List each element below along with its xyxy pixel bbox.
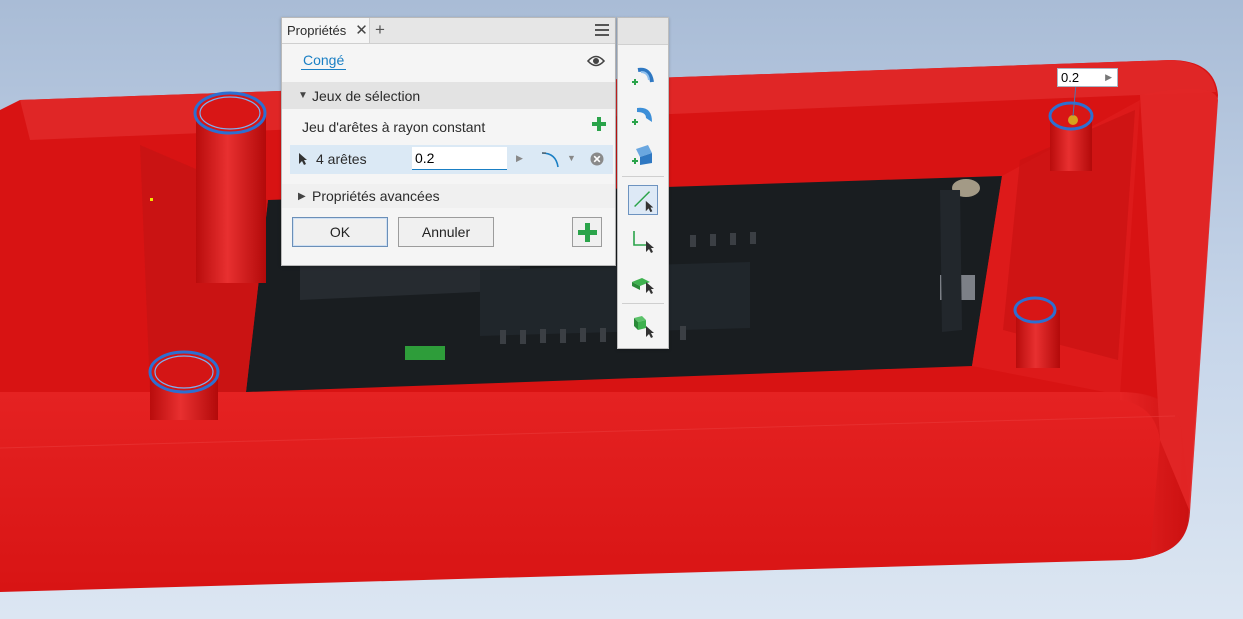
toolbar-separator bbox=[622, 176, 664, 177]
radius-callout[interactable]: 0.2 ▶ bbox=[1057, 68, 1118, 87]
variable-fillet-icon[interactable] bbox=[628, 100, 658, 130]
callout-value[interactable]: 0.2 bbox=[1061, 70, 1079, 85]
toolbar-grip[interactable] bbox=[618, 18, 668, 45]
add-tab-icon[interactable]: + bbox=[375, 20, 385, 40]
edge-set-row: Jeu d'arêtes à rayon constant bbox=[282, 109, 615, 145]
selected-edges-row[interactable]: 4 arêtes ▶ ▼ bbox=[290, 145, 613, 174]
edges-count: 4 arêtes bbox=[316, 151, 367, 167]
post-back-left[interactable] bbox=[193, 91, 267, 283]
edge-set-label: Jeu d'arêtes à rayon constant bbox=[302, 119, 486, 135]
feature-name-field[interactable]: Congé bbox=[301, 52, 347, 70]
loop-select-icon[interactable] bbox=[628, 225, 658, 255]
toolbar-separator bbox=[622, 303, 664, 304]
collapse-caret-icon: ▼ bbox=[298, 90, 308, 101]
cancel-button[interactable]: Annuler bbox=[398, 217, 494, 247]
section-label: Propriétés avancées bbox=[312, 188, 440, 204]
select-cursor-icon[interactable] bbox=[298, 152, 308, 166]
section-label: Jeux de sélection bbox=[312, 87, 421, 104]
eye-icon[interactable] bbox=[587, 54, 605, 68]
section-selection-sets[interactable]: ▼ Jeux de sélection bbox=[282, 82, 615, 109]
ok-button[interactable]: OK bbox=[292, 217, 388, 247]
tab-label: Propriétés bbox=[287, 23, 347, 38]
remove-icon[interactable] bbox=[590, 152, 604, 166]
fillet-profile-icon[interactable] bbox=[540, 149, 564, 169]
constant-fillet-icon[interactable] bbox=[628, 60, 658, 90]
hamburger-menu-icon[interactable] bbox=[595, 24, 609, 36]
edge-select-icon[interactable] bbox=[628, 185, 658, 215]
radius-arrow-icon[interactable]: ▶ bbox=[516, 153, 523, 164]
apply-plus-button[interactable] bbox=[572, 217, 602, 247]
panel-tabbar: Propriétés ✕ + bbox=[282, 18, 615, 44]
post-front-left[interactable] bbox=[148, 350, 220, 420]
feature-row: Congé bbox=[282, 44, 615, 82]
feature-select-icon[interactable] bbox=[628, 266, 658, 296]
radius-input[interactable] bbox=[412, 147, 507, 170]
tab-properties[interactable]: Propriétés ✕ bbox=[282, 18, 370, 43]
solid-select-icon[interactable] bbox=[628, 310, 658, 340]
origin-marker bbox=[150, 198, 153, 201]
setback-icon[interactable] bbox=[628, 139, 658, 169]
callout-arrow-icon[interactable]: ▶ bbox=[1105, 72, 1112, 83]
close-icon[interactable]: ✕ bbox=[355, 23, 368, 38]
section-advanced[interactable]: ▶ Propriétés avancées bbox=[282, 184, 615, 208]
properties-panel: Propriétés ✕ + Congé ▼ Jeux de sélection… bbox=[281, 17, 616, 266]
add-edge-set-icon[interactable] bbox=[592, 117, 606, 131]
chevron-down-icon[interactable]: ▼ bbox=[567, 153, 576, 163]
fillet-type-toolbar bbox=[617, 17, 669, 349]
button-row: OK Annuler bbox=[282, 208, 615, 256]
post-front-right[interactable] bbox=[1013, 296, 1060, 368]
expand-caret-icon: ▶ bbox=[298, 190, 306, 202]
